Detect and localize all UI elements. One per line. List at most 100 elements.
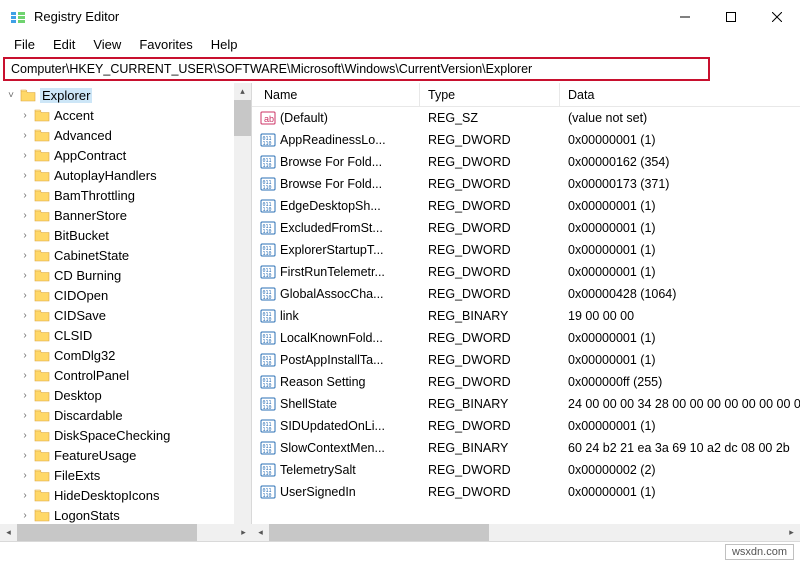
- binary-value-icon: 011110: [260, 242, 276, 258]
- tree-item[interactable]: ›CIDOpen: [0, 285, 251, 305]
- list-view[interactable]: Name Type Data ab(Default)REG_SZ(value n…: [252, 83, 800, 543]
- expand-icon[interactable]: ›: [20, 410, 30, 421]
- list-row[interactable]: 011110TelemetrySaltREG_DWORD0x00000002 (…: [252, 459, 800, 481]
- svg-text:ab: ab: [264, 114, 274, 124]
- folder-icon: [20, 88, 36, 102]
- address-bar[interactable]: Computer\HKEY_CURRENT_USER\SOFTWARE\Micr…: [3, 57, 710, 81]
- menu-help[interactable]: Help: [203, 35, 246, 54]
- list-row[interactable]: 011110SIDUpdatedOnLi...REG_DWORD0x000000…: [252, 415, 800, 437]
- tree-item[interactable]: ›ComDlg32: [0, 345, 251, 365]
- expand-icon[interactable]: ›: [20, 270, 30, 281]
- maximize-button[interactable]: [708, 0, 754, 33]
- expand-icon[interactable]: ›: [20, 430, 30, 441]
- list-row[interactable]: 011110ExcludedFromSt...REG_DWORD0x000000…: [252, 217, 800, 239]
- expand-icon[interactable]: ›: [20, 470, 30, 481]
- expand-icon[interactable]: ›: [20, 190, 30, 201]
- list-row[interactable]: 011110LocalKnownFold...REG_DWORD0x000000…: [252, 327, 800, 349]
- expand-icon[interactable]: ›: [20, 110, 30, 121]
- menu-edit[interactable]: Edit: [45, 35, 83, 54]
- list-row[interactable]: 011110PostAppInstallTa...REG_DWORD0x0000…: [252, 349, 800, 371]
- titlebar: Registry Editor: [0, 0, 800, 33]
- tree-item[interactable]: ›CLSID: [0, 325, 251, 345]
- list-row[interactable]: 011110Browse For Fold...REG_DWORD0x00000…: [252, 173, 800, 195]
- tree-item[interactable]: ›BannerStore: [0, 205, 251, 225]
- list-row[interactable]: 011110AppReadinessLo...REG_DWORD0x000000…: [252, 129, 800, 151]
- tree-item[interactable]: ›Desktop: [0, 385, 251, 405]
- tree-item[interactable]: ›BamThrottling: [0, 185, 251, 205]
- value-name: AppReadinessLo...: [280, 133, 386, 147]
- tree-scrollbar[interactable]: ▴ ▾: [234, 83, 251, 543]
- value-name: ExplorerStartupT...: [280, 243, 384, 257]
- expand-icon[interactable]: ›: [20, 450, 30, 461]
- scroll-thumb[interactable]: [234, 100, 251, 136]
- scroll-up-icon[interactable]: ▴: [234, 83, 251, 100]
- list-row[interactable]: 011110EdgeDesktopSh...REG_DWORD0x0000000…: [252, 195, 800, 217]
- tree-item[interactable]: ›CIDSave: [0, 305, 251, 325]
- list-row[interactable]: 011110FirstRunTelemetr...REG_DWORD0x0000…: [252, 261, 800, 283]
- svg-text:110: 110: [263, 229, 272, 235]
- svg-text:110: 110: [263, 361, 272, 367]
- tree-item[interactable]: ›Discardable: [0, 405, 251, 425]
- folder-icon: [34, 288, 50, 302]
- tree-item[interactable]: ›CD Burning: [0, 265, 251, 285]
- list-row[interactable]: 011110Browse For Fold...REG_DWORD0x00000…: [252, 151, 800, 173]
- column-data[interactable]: Data: [560, 83, 800, 106]
- expand-icon[interactable]: ›: [20, 390, 30, 401]
- menu-view[interactable]: View: [85, 35, 129, 54]
- expand-icon[interactable]: ›: [20, 230, 30, 241]
- tree-item[interactable]: ›BitBucket: [0, 225, 251, 245]
- menu-favorites[interactable]: Favorites: [131, 35, 200, 54]
- tree-item[interactable]: ›CabinetState: [0, 245, 251, 265]
- tree-item[interactable]: ›ControlPanel: [0, 365, 251, 385]
- tree-item[interactable]: ›Accent: [0, 105, 251, 125]
- expand-icon[interactable]: ›: [20, 290, 30, 301]
- list-row[interactable]: 011110linkREG_BINARY19 00 00 00: [252, 305, 800, 327]
- list-row[interactable]: 011110ShellStateREG_BINARY24 00 00 00 34…: [252, 393, 800, 415]
- column-type[interactable]: Type: [420, 83, 560, 106]
- scroll-right-icon[interactable]: ▸: [783, 524, 800, 541]
- scroll-right-icon[interactable]: ▸: [235, 524, 252, 541]
- expand-icon[interactable]: ›: [20, 510, 30, 521]
- tree-item[interactable]: ›HideDesktopIcons: [0, 485, 251, 505]
- scroll-left-icon[interactable]: ◂: [0, 524, 17, 541]
- svg-text:110: 110: [263, 163, 272, 169]
- tree-hscroll[interactable]: ◂ ▸: [0, 524, 252, 541]
- list-hscroll[interactable]: ◂ ▸: [252, 524, 800, 541]
- tree-item[interactable]: ˅Explorer: [0, 85, 251, 105]
- tree-item[interactable]: ›Advanced: [0, 125, 251, 145]
- list-row[interactable]: 011110ExplorerStartupT...REG_DWORD0x0000…: [252, 239, 800, 261]
- expand-icon[interactable]: ›: [20, 310, 30, 321]
- tree-view[interactable]: ˅Explorer›Accent›Advanced›AppContract›Au…: [0, 83, 252, 543]
- scroll-left-icon[interactable]: ◂: [252, 524, 269, 541]
- list-row[interactable]: 011110GlobalAssocCha...REG_DWORD0x000004…: [252, 283, 800, 305]
- tree-item[interactable]: ›AutoplayHandlers: [0, 165, 251, 185]
- tree-item[interactable]: ›AppContract: [0, 145, 251, 165]
- hscroll-thumb[interactable]: [17, 524, 197, 541]
- menu-file[interactable]: File: [6, 35, 43, 54]
- expand-icon[interactable]: ›: [20, 350, 30, 361]
- column-name[interactable]: Name: [252, 83, 420, 106]
- expand-icon[interactable]: ›: [20, 170, 30, 181]
- expand-icon[interactable]: ›: [20, 330, 30, 341]
- expand-icon[interactable]: ›: [20, 150, 30, 161]
- list-row[interactable]: 011110UserSignedInREG_DWORD0x00000001 (1…: [252, 481, 800, 503]
- list-row[interactable]: 011110Reason SettingREG_DWORD0x000000ff …: [252, 371, 800, 393]
- expand-icon[interactable]: ›: [20, 130, 30, 141]
- expand-icon[interactable]: ˅: [6, 90, 16, 101]
- minimize-button[interactable]: [662, 0, 708, 33]
- list-row[interactable]: ab(Default)REG_SZ(value not set): [252, 107, 800, 129]
- expand-icon[interactable]: ›: [20, 210, 30, 221]
- tree-item[interactable]: ›DiskSpaceChecking: [0, 425, 251, 445]
- tree-item[interactable]: ›LogonStats: [0, 505, 251, 525]
- list-row[interactable]: 011110SlowContextMen...REG_BINARY60 24 b…: [252, 437, 800, 459]
- svg-text:110: 110: [263, 427, 272, 433]
- value-type: REG_DWORD: [420, 155, 560, 169]
- expand-icon[interactable]: ›: [20, 250, 30, 261]
- tree-item[interactable]: ›FileExts: [0, 465, 251, 485]
- value-data: 0x00000428 (1064): [560, 287, 800, 301]
- hscroll-thumb[interactable]: [269, 524, 489, 541]
- expand-icon[interactable]: ›: [20, 370, 30, 381]
- close-button[interactable]: [754, 0, 800, 33]
- expand-icon[interactable]: ›: [20, 490, 30, 501]
- tree-item[interactable]: ›FeatureUsage: [0, 445, 251, 465]
